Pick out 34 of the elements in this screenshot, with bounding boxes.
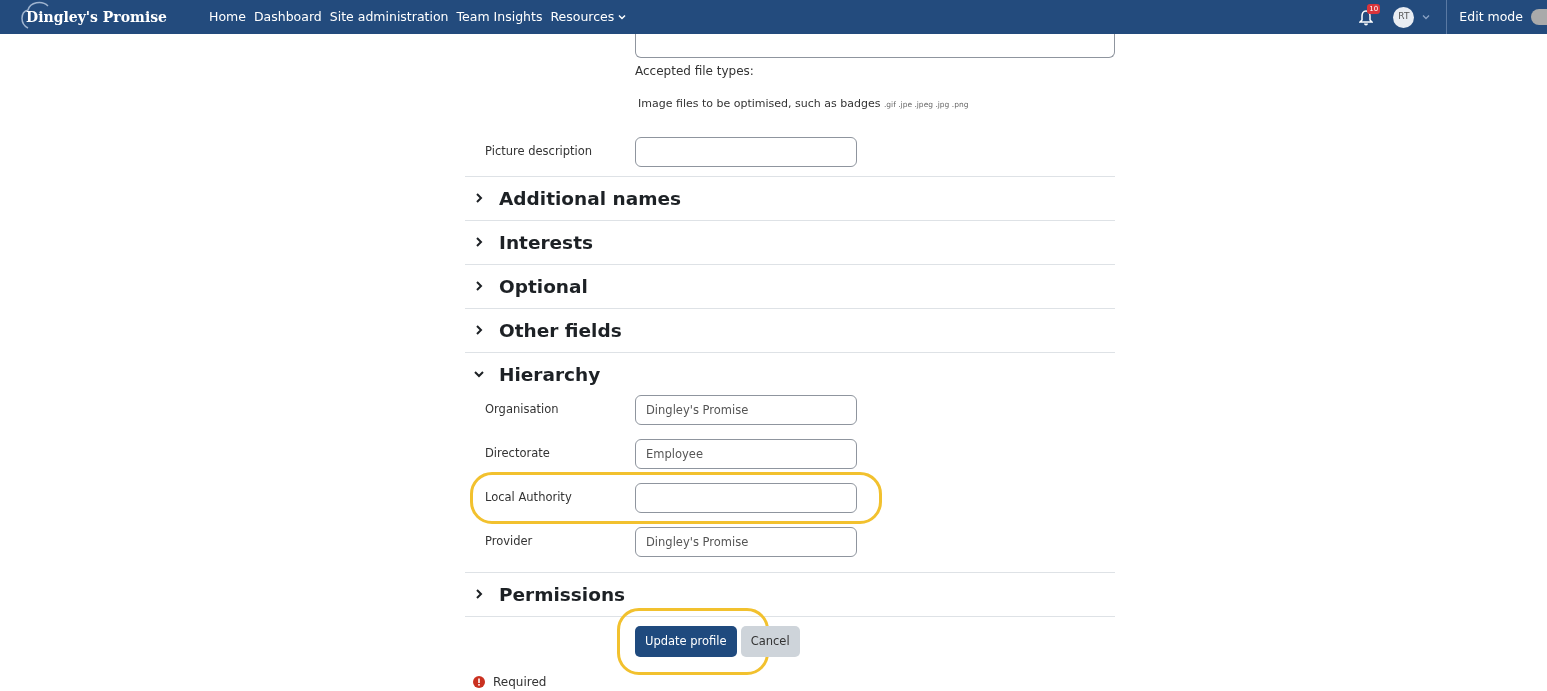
nav-link[interactable]: Team Insights: [456, 7, 543, 27]
field-label: Provider: [484, 532, 534, 550]
nav-link[interactable]: Home: [209, 7, 246, 27]
caret-icon: [618, 13, 627, 21]
nav-link[interactable]: Site administration: [329, 7, 449, 27]
bell-icon[interactable]: [1359, 10, 1374, 26]
section-toggle[interactable]: Hierarchy: [465, 352, 1115, 396]
nav-link[interactable]: Resources: [550, 7, 627, 27]
edit-mode-toggle[interactable]: [1531, 9, 1547, 25]
picture-description-field[interactable]: [635, 137, 857, 167]
caret-icon[interactable]: [1422, 13, 1431, 21]
required-icon: [473, 675, 485, 688]
file-picker-field[interactable]: [635, 34, 1115, 58]
field-label: Directorate: [484, 444, 551, 462]
section-toggle[interactable]: Interests: [465, 220, 1115, 264]
accepted-types-label: Accepted file types:: [635, 63, 755, 80]
field-label: Organisation: [484, 400, 560, 418]
user-avatar[interactable]: RT: [1393, 6, 1415, 28]
section-toggle[interactable]: Additional names: [465, 176, 1115, 220]
text-field[interactable]: [635, 482, 857, 513]
cancel-button[interactable]: Cancel: [740, 625, 800, 657]
edit-mode-label: Edit mode: [1459, 7, 1523, 26]
nav-link[interactable]: Dashboard: [253, 7, 322, 27]
section-toggle[interactable]: Other fields: [465, 308, 1115, 352]
section-toggle[interactable]: Optional: [465, 264, 1115, 308]
section-toggle[interactable]: Permissions: [465, 572, 1115, 616]
text-field[interactable]: Dingley's Promise: [635, 526, 857, 557]
update-profile-button[interactable]: Update profile: [635, 625, 737, 657]
text-field[interactable]: Employee: [635, 438, 857, 469]
field-label: Local Authority: [484, 488, 573, 506]
field-label: Picture description: [484, 143, 594, 161]
site-logo-text[interactable]: Dingley's Promise: [26, 10, 167, 24]
required-note: Required: [493, 673, 547, 691]
text-field[interactable]: Dingley's Promise: [635, 394, 857, 425]
